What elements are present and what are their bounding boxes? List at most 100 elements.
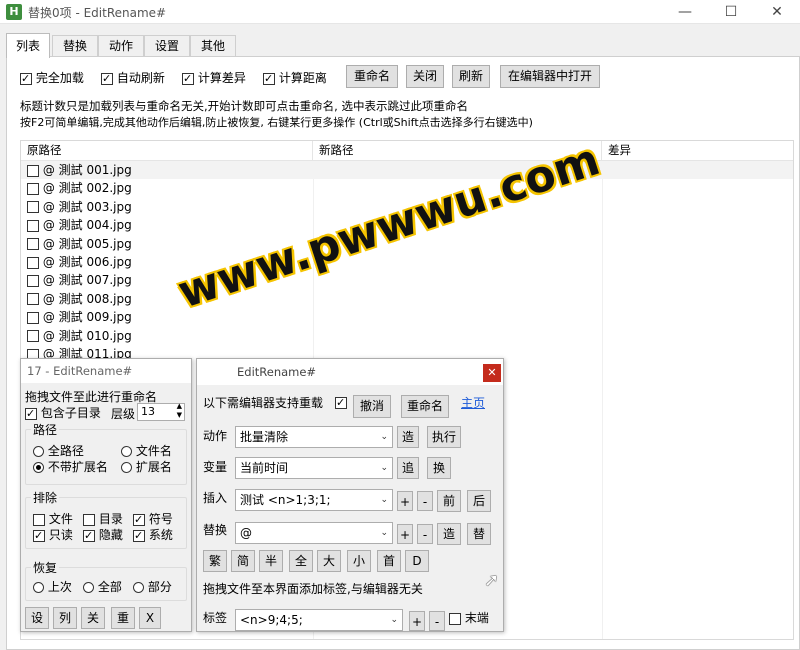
- checkbox-full-load[interactable]: [20, 72, 32, 85]
- exclude-hidden[interactable]: 隐藏: [83, 526, 123, 543]
- exclude-symlink[interactable]: 符号: [133, 510, 173, 527]
- checkbox-exclude-file[interactable]: [33, 513, 45, 526]
- action-execute-button[interactable]: 执行: [427, 426, 461, 448]
- lowercase-button[interactable]: 小: [347, 550, 371, 572]
- tab-replace[interactable]: 替换: [52, 35, 98, 57]
- row-checkbox[interactable]: [27, 238, 39, 251]
- exclude-file[interactable]: 文件: [33, 510, 73, 527]
- replace-input[interactable]: @ ⌄: [235, 522, 393, 544]
- list-item[interactable]: @ 測試 007.jpg: [21, 271, 793, 289]
- fullwidth-button[interactable]: 全: [289, 550, 313, 572]
- variable-append-button[interactable]: 追: [397, 457, 419, 479]
- rename-button[interactable]: 重命名: [346, 65, 398, 88]
- checkbox-exclude-dir[interactable]: [83, 513, 95, 526]
- list-item[interactable]: @ 測試 006.jpg: [21, 253, 793, 271]
- row-checkbox[interactable]: [27, 293, 39, 306]
- option-calc-distance[interactable]: 计算距离: [263, 69, 327, 86]
- radio-restore-last[interactable]: 上次: [33, 578, 72, 595]
- option-auto-refresh[interactable]: 自动刷新: [101, 69, 165, 86]
- checkbox-include-subdir[interactable]: [25, 407, 37, 420]
- radio-restore-all[interactable]: 全部: [83, 578, 122, 595]
- radio-no-extension[interactable]: 不带扩展名: [33, 458, 108, 475]
- maximize-button[interactable]: ☐: [708, 0, 754, 24]
- close-window-button[interactable]: ✕: [754, 0, 800, 24]
- variable-select[interactable]: 当前时间 ⌄: [235, 457, 393, 479]
- radio-full-path[interactable]: 全路径: [33, 442, 84, 459]
- settings-mini-button[interactable]: 设: [25, 607, 49, 629]
- tail-option[interactable]: 末端: [449, 609, 489, 626]
- list-item[interactable]: @ 測試 001.jpg: [21, 161, 793, 179]
- row-checkbox[interactable]: [27, 311, 39, 324]
- radio-filename[interactable]: 文件名: [121, 442, 172, 459]
- list-mini-button[interactable]: 列: [53, 607, 77, 629]
- checkbox-exclude-system[interactable]: [133, 529, 145, 542]
- option-full-load[interactable]: 完全加载: [20, 69, 84, 86]
- replace-plus-button[interactable]: +: [397, 524, 413, 544]
- minimize-button[interactable]: —: [662, 0, 708, 24]
- list-item[interactable]: @ 測試 010.jpg: [21, 327, 793, 345]
- exclude-system[interactable]: 系统: [133, 526, 173, 543]
- column-header-diff[interactable]: 差异: [602, 141, 793, 160]
- row-checkbox[interactable]: [27, 201, 39, 214]
- exit-mini-button[interactable]: X: [139, 607, 161, 629]
- column-header-original-path[interactable]: 原路径: [21, 141, 313, 160]
- d-button[interactable]: D: [405, 550, 429, 572]
- tag-input[interactable]: <n>9;4;5; ⌄: [235, 609, 403, 631]
- home-link[interactable]: 主页: [461, 394, 485, 411]
- close-button[interactable]: 关闭: [406, 65, 444, 88]
- list-item[interactable]: @ 測試 009.jpg: [21, 308, 793, 326]
- replace-apply-button[interactable]: 替: [467, 523, 491, 545]
- insert-plus-button[interactable]: +: [397, 491, 413, 511]
- open-in-editor-button[interactable]: 在编辑器中打开: [500, 65, 600, 88]
- action-create-button[interactable]: 造: [397, 426, 419, 448]
- level-spinner[interactable]: 13 ▲ ▼: [137, 402, 185, 421]
- editor-rename-button[interactable]: 重命名: [401, 395, 449, 418]
- insert-minus-button[interactable]: -: [417, 491, 433, 511]
- close-mini-button[interactable]: 关: [81, 607, 105, 629]
- checkbox-auto-refresh[interactable]: [101, 72, 113, 85]
- traditional-button[interactable]: 繁: [203, 550, 227, 572]
- exclude-dir[interactable]: 目录: [83, 510, 123, 527]
- replace-create-button[interactable]: 造: [437, 523, 461, 545]
- checkbox-exclude-readonly[interactable]: [33, 529, 45, 542]
- spinner-arrows-icon[interactable]: ▲ ▼: [177, 402, 182, 420]
- row-checkbox[interactable]: [27, 330, 39, 343]
- checkbox-calc-distance[interactable]: [263, 72, 275, 85]
- insert-back-button[interactable]: 后: [467, 490, 491, 512]
- checkbox-exclude-symlink[interactable]: [133, 513, 145, 526]
- row-checkbox[interactable]: [27, 274, 39, 287]
- undo-button[interactable]: 撤消: [353, 395, 391, 418]
- capitalize-button[interactable]: 首: [377, 550, 401, 572]
- row-checkbox[interactable]: [27, 182, 39, 195]
- radio-restore-part[interactable]: 部分: [133, 578, 172, 595]
- checkbox-tail[interactable]: [449, 612, 461, 625]
- insert-input[interactable]: 测试 <n>1;3;1; ⌄: [235, 489, 393, 511]
- exclude-readonly[interactable]: 只读: [33, 526, 73, 543]
- radio-extension[interactable]: 扩展名: [121, 458, 172, 475]
- row-checkbox[interactable]: [27, 256, 39, 269]
- checkbox-calc-diff[interactable]: [182, 72, 194, 85]
- tab-list[interactable]: 列表: [6, 33, 50, 58]
- checkbox-exclude-hidden[interactable]: [83, 529, 95, 542]
- include-subdir-option[interactable]: 包含子目录: [25, 404, 101, 421]
- insert-front-button[interactable]: 前: [437, 490, 461, 512]
- tab-other[interactable]: 其他: [190, 35, 236, 57]
- simplified-button[interactable]: 简: [231, 550, 255, 572]
- editor-close-icon[interactable]: ✕: [483, 364, 501, 382]
- reset-mini-button[interactable]: 重: [111, 607, 135, 629]
- variable-swap-button[interactable]: 换: [427, 457, 451, 479]
- option-calc-diff[interactable]: 计算差异: [182, 69, 246, 86]
- row-checkbox[interactable]: [27, 164, 39, 177]
- checkbox-support-reload[interactable]: [335, 396, 347, 409]
- tab-action[interactable]: 动作: [98, 35, 144, 57]
- uppercase-button[interactable]: 大: [317, 550, 341, 572]
- refresh-button[interactable]: 刷新: [452, 65, 490, 88]
- tag-minus-button[interactable]: -: [429, 611, 445, 631]
- row-checkbox[interactable]: [27, 219, 39, 232]
- tag-plus-button[interactable]: +: [409, 611, 425, 631]
- action-select[interactable]: 批量清除 ⌄: [235, 426, 393, 448]
- tab-settings[interactable]: 设置: [144, 35, 190, 57]
- halfwidth-button[interactable]: 半: [259, 550, 283, 572]
- list-item[interactable]: @ 測試 008.jpg: [21, 290, 793, 308]
- replace-minus-button[interactable]: -: [417, 524, 433, 544]
